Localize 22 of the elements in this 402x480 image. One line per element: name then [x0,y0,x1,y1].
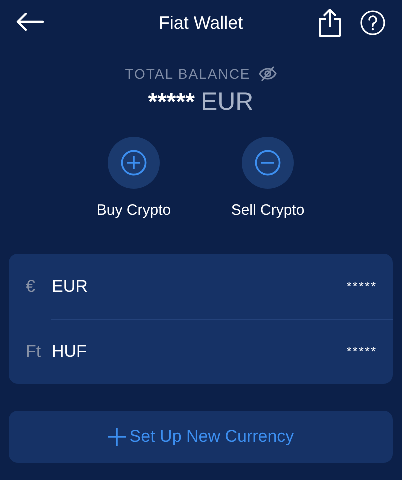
back-arrow-icon[interactable] [16,13,44,31]
currency-amount: ***** [346,344,377,359]
balance-currency: EUR [200,88,254,117]
plus-circle-icon [121,150,147,176]
set-up-new-currency-button[interactable]: Set Up New Currency [9,411,393,463]
share-icon[interactable] [318,8,342,38]
screen-title: Fiat Wallet [158,12,244,34]
total-balance-label: TOTAL BALANCE [125,66,251,82]
action-label[interactable]: Sell Crypto [231,202,305,219]
currency-code[interactable]: HUF [52,342,347,362]
currency-code[interactable]: EUR [52,276,347,296]
minus-circle-icon [255,150,281,176]
plus-icon [108,428,126,446]
buy-crypto-button[interactable] [108,137,160,189]
currency-symbol: € [26,276,36,296]
help-icon[interactable] [360,10,386,36]
eye-slash-icon[interactable] [258,66,277,82]
sell-crypto-button[interactable] [242,137,294,189]
balance-amount: ***** [148,89,195,117]
currency-symbol: Ft [26,342,42,362]
action-label[interactable]: Buy Crypto [96,202,172,219]
currency-amount: ***** [346,279,377,294]
